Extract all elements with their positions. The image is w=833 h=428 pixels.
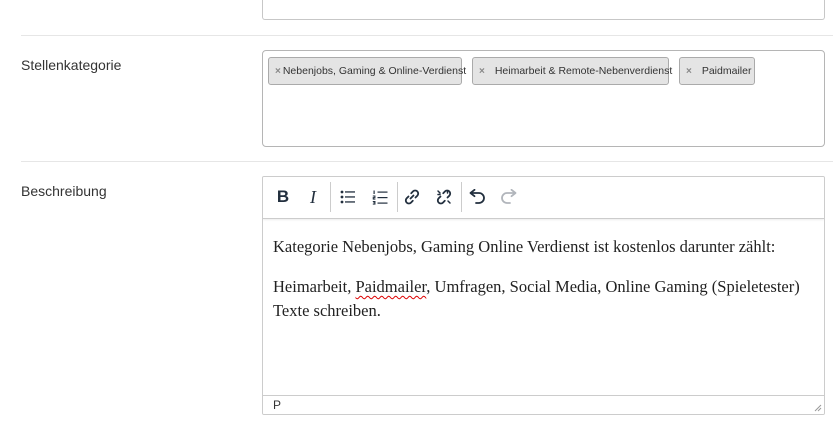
row-divider xyxy=(21,35,833,36)
unlink-icon xyxy=(436,189,452,205)
misspelled-word: Paidmailer xyxy=(355,277,427,296)
bold-icon: B xyxy=(276,187,290,206)
stellenkategorie-label: Stellenkategorie xyxy=(21,57,122,73)
tag-remove-icon[interactable]: × xyxy=(275,66,281,77)
unlink-button[interactable] xyxy=(429,182,459,212)
bullet-list-icon xyxy=(340,190,355,204)
element-path[interactable]: P xyxy=(273,398,281,412)
editor-toolbar: B I xyxy=(263,177,824,219)
link-icon xyxy=(404,189,420,205)
category-select[interactable]: × Nebenjobs, Gaming & Online-Verdienst ×… xyxy=(262,50,825,147)
category-tag: × Heimarbeit & Remote-Nebenverdienst xyxy=(472,57,673,85)
numbered-list-button[interactable] xyxy=(365,182,395,212)
rich-text-editor: B I Kategorie Nebenjobs, Gaming Online V… xyxy=(262,176,825,415)
tag-label: Nebenjobs, Gaming & Online-Verdienst xyxy=(282,65,467,77)
toolbar-separator xyxy=(330,182,331,212)
editor-content[interactable]: Kategorie Nebenjobs, Gaming Online Verdi… xyxy=(273,235,818,339)
content-paragraph: Heimarbeit, Paidmailer, Umfragen, Social… xyxy=(273,275,818,323)
numbered-list-icon xyxy=(372,190,388,205)
tag-remove-icon[interactable]: × xyxy=(686,66,692,77)
redo-button[interactable] xyxy=(494,182,524,212)
beschreibung-label: Beschreibung xyxy=(21,183,107,199)
category-tag: × Nebenjobs, Gaming & Online-Verdienst xyxy=(268,57,466,85)
content-paragraph: Kategorie Nebenjobs, Gaming Online Verdi… xyxy=(273,237,776,256)
bold-button[interactable]: B xyxy=(268,182,298,212)
italic-button[interactable]: I xyxy=(298,182,328,212)
text-run: Heimarbeit, xyxy=(273,277,356,296)
tag-label: Heimarbeit & Remote-Nebenverdienst xyxy=(494,65,673,77)
bullet-list-button[interactable] xyxy=(333,182,363,212)
undo-button[interactable] xyxy=(462,182,492,212)
tag-remove-icon[interactable]: × xyxy=(479,66,485,77)
category-tag: × Paidmailer xyxy=(679,57,755,85)
tag-label: Paidmailer xyxy=(701,65,752,77)
editor-statusbar: P xyxy=(263,395,824,414)
redo-icon xyxy=(501,189,517,204)
resize-handle-icon[interactable] xyxy=(812,402,822,412)
link-button[interactable] xyxy=(397,182,427,212)
previous-field-input[interactable] xyxy=(262,0,825,20)
italic-icon: I xyxy=(310,186,316,207)
row-divider xyxy=(21,161,833,162)
undo-icon xyxy=(469,189,485,204)
